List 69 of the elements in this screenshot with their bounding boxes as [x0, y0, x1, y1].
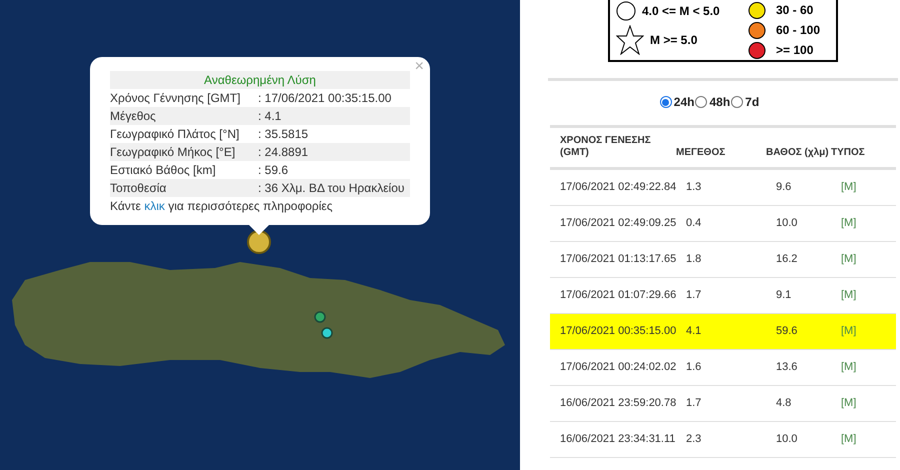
magnitude-cell-text: 0.4 [686, 216, 702, 232]
field-value: : 4.1 [258, 108, 282, 125]
depth-cell-text: 9.6 [776, 180, 792, 196]
time-cell-text: 17/06/2021 01:07:29.66 [559, 288, 678, 304]
earthquake-marker[interactable] [247, 230, 271, 254]
magnitude-cell-text: 1.7 [686, 288, 702, 304]
period-label[interactable]: 24h [674, 93, 694, 111]
time-cell-text: 17/06/2021 00:24:02.02 [559, 360, 678, 376]
field-value: : 17/06/2021 00:35:15.00 [258, 90, 392, 107]
depth-cell-text: 59.6 [776, 324, 798, 340]
field-label: Γεωγραφικό Πλάτος [°N] [110, 126, 240, 143]
field-value: : 59.6 [258, 162, 288, 179]
depth-cell-text: 4.8 [776, 396, 792, 412]
magnitude-cell-text: 1.7 [686, 396, 702, 412]
type-cell-text: [M] [841, 396, 856, 412]
period-label[interactable]: 48h [709, 93, 730, 111]
depth-cell-text: 10.0 [776, 432, 798, 448]
type-cell-text: [M] [841, 216, 856, 232]
table-row[interactable]: 17/06/2021 00:35:15.00 4.1 59.6 [M] [550, 314, 896, 350]
star-symbol-icon [616, 25, 644, 55]
type-cell-text: [M] [841, 360, 856, 376]
magnitude-cell-text: 2.3 [686, 432, 702, 448]
legend-label: 30 - 60 [776, 2, 814, 19]
type-cell-text: [M] [841, 252, 856, 268]
time-cell-text: 17/06/2021 01:13:17.65 [559, 252, 678, 268]
field-label: Γεωγραφικό Μήκος [°E] [110, 144, 236, 161]
depth-cell-text: 13.6 [776, 360, 798, 376]
period-radio[interactable] [660, 96, 672, 108]
magnitude-cell-text: 1.3 [686, 180, 702, 196]
type-cell-text: [M] [841, 288, 856, 304]
column-header: ΒΑΘΟΣ (χλμ) [766, 147, 830, 159]
satellite-map[interactable] [0, 0, 520, 470]
legend-label: 4.0 <= M < 5.0 [642, 3, 720, 20]
type-cell-text: [M] [841, 324, 856, 340]
time-cell-text: 16/06/2021 23:59:20.78 [559, 396, 678, 412]
time-cell-text: 17/06/2021 02:49:22.84 [559, 180, 678, 196]
field-label: Εστιακό Βάθος [km] [110, 162, 217, 179]
legend-label: 60 - 100 [776, 22, 820, 39]
column-header: ΜΕΓΕΘΟΣ [676, 147, 726, 159]
field-label: Τοποθεσία [110, 180, 168, 197]
legend-label: M >= 5.0 [650, 32, 698, 49]
field-label: Μέγεθος [110, 108, 157, 125]
time-cell-text: 16/06/2021 23:34:31.11 [559, 432, 676, 448]
period-label[interactable]: 7d [745, 93, 760, 111]
more-info-text: Κάντε κλικ για περισσότερες πληροφορίες [110, 198, 334, 215]
depth-cell-text: 10.0 [776, 216, 798, 232]
popup-heading: Αναθεωρημένη Λύση [110, 71, 410, 89]
depth-cell-text: 16.2 [776, 252, 798, 268]
time-cell-text: 17/06/2021 00:35:15.00 [559, 324, 678, 340]
click-link[interactable]: κλικ [144, 199, 165, 213]
earthquake-marker[interactable] [314, 311, 326, 323]
period-radio[interactable] [695, 96, 708, 108]
earthquake-marker[interactable] [321, 327, 333, 339]
magnitude-cell-text: 1.8 [686, 252, 702, 268]
time-cell-text: 17/06/2021 02:49:09.25 [559, 216, 678, 232]
field-value: : 24.8891 [258, 144, 308, 161]
column-header: ΤΥΠΟΣ [831, 147, 866, 159]
field-value: : 36 Χλμ. ΒΔ του Ηρακλείου [258, 180, 404, 197]
popup-pointer-icon [249, 225, 269, 235]
magnitude-cell-text: 4.1 [686, 324, 702, 340]
field-value: : 35.5815 [258, 126, 308, 143]
column-header: ΧΡΟΝΟΣ ΓΕΝΕΣΗΣ (GMT) [559, 135, 652, 159]
magnitude-cell-text: 1.6 [686, 360, 702, 376]
period-radio[interactable] [731, 96, 744, 108]
type-cell-text: [M] [841, 432, 856, 448]
depth-cell-text: 9.1 [776, 288, 792, 304]
type-cell-text: [M] [841, 180, 856, 196]
field-label: Χρόνος Γέννησης [GMT] [110, 90, 242, 107]
legend-label: >= 100 [776, 42, 814, 59]
